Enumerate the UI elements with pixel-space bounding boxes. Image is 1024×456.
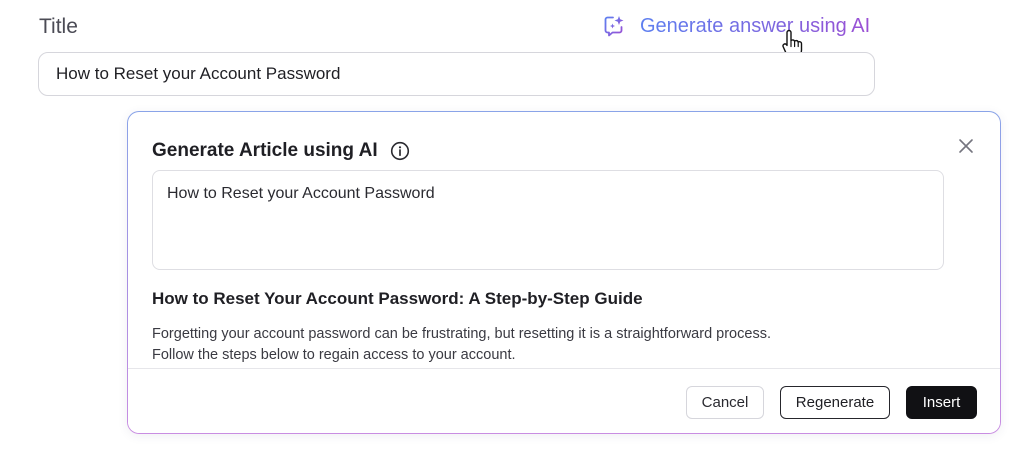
generate-article-dialog: Generate Article using AI How to Reset Y… xyxy=(127,111,1001,434)
regenerate-button[interactable]: Regenerate xyxy=(780,386,890,419)
generate-answer-ai-link[interactable]: Generate answer using AI xyxy=(602,14,870,38)
dialog-title: Generate Article using AI xyxy=(152,140,378,161)
close-icon[interactable] xyxy=(958,138,974,154)
generated-heading: How to Reset Your Account Password: A St… xyxy=(152,289,643,308)
dialog-footer: Cancel Regenerate Insert xyxy=(128,368,1000,433)
title-label: Title xyxy=(39,15,78,38)
info-icon[interactable] xyxy=(390,141,410,161)
title-input[interactable] xyxy=(38,52,875,96)
generated-line: Follow the steps below to regain access … xyxy=(152,347,516,363)
generated-body: Forgetting your account password can be … xyxy=(152,324,932,366)
sparkle-chat-icon xyxy=(604,16,624,37)
prompt-textarea[interactable] xyxy=(152,170,944,270)
generated-line: Forgetting your account password can be … xyxy=(152,326,771,342)
article-editor: Title Generate answer using AI Generate … xyxy=(0,0,1024,456)
generate-answer-ai-label: Generate answer using AI xyxy=(640,14,871,37)
dialog-title-row: Generate Article using AI xyxy=(152,140,410,162)
insert-button[interactable]: Insert xyxy=(906,386,977,419)
cancel-button[interactable]: Cancel xyxy=(686,386,764,419)
